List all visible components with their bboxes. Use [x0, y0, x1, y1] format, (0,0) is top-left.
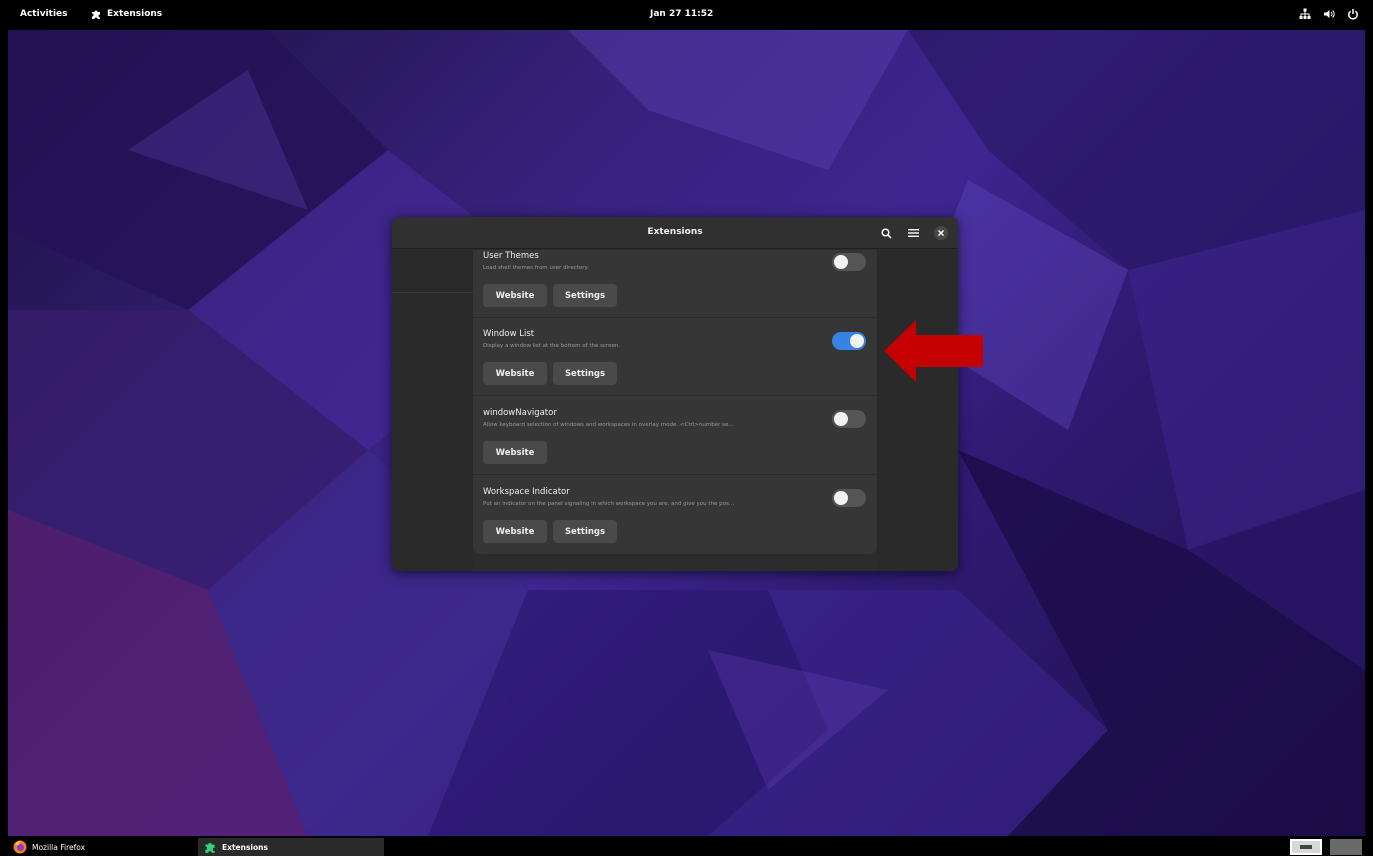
taskbar-item-label: Mozilla Firefox: [32, 842, 86, 852]
main-menu-button[interactable]: [905, 225, 921, 241]
taskbar-item-firefox[interactable]: Mozilla Firefox: [8, 838, 192, 856]
settings-button[interactable]: Settings: [553, 362, 617, 385]
app-menu[interactable]: Extensions: [90, 8, 162, 20]
system-tray[interactable]: [1299, 8, 1359, 20]
extension-description: Put an indicator on the panel signaling …: [483, 501, 735, 507]
settings-button[interactable]: Settings: [553, 284, 617, 307]
network-icon: [1299, 8, 1311, 19]
settings-button[interactable]: Settings: [553, 520, 617, 543]
red-arrow-annotation: [884, 320, 983, 382]
menu-icon: [907, 229, 919, 237]
dialog-left-margin: [392, 250, 473, 571]
taskbar-item-extensions[interactable]: Extensions: [198, 838, 384, 856]
website-button[interactable]: Website: [483, 284, 547, 307]
extension-toggle[interactable]: [832, 489, 866, 507]
top-bar: Activities Extensions Jan 27 11:52: [0, 0, 1373, 30]
extension-toggle[interactable]: [832, 410, 866, 428]
extension-row-window-list: Window List Display a window list at the…: [473, 318, 877, 396]
extension-description: Load shell themes from user directory.: [483, 265, 589, 271]
extensions-dialog: Extensions User Themes Load shell themes…: [392, 217, 958, 571]
extension-name: Workspace Indicator: [483, 487, 570, 497]
close-icon: [934, 226, 948, 240]
extension-row-window-navigator: windowNavigator Allow keyboard selection…: [473, 396, 877, 475]
app-menu-label: Extensions: [107, 9, 163, 19]
website-button[interactable]: Website: [483, 441, 547, 464]
workspace-1[interactable]: [1290, 839, 1322, 855]
website-button[interactable]: Website: [483, 520, 547, 543]
website-button[interactable]: Website: [483, 362, 547, 385]
desktop: Activities Extensions Jan 27 11:52 Exten…: [0, 0, 1373, 856]
power-icon: [1348, 9, 1358, 20]
search-icon: [880, 227, 892, 239]
activities-button[interactable]: Activities: [20, 9, 68, 19]
extensions-list: User Themes Load shell themes from user …: [473, 250, 877, 554]
extension-name: Window List: [483, 329, 535, 339]
extension-description: Display a window list at the bottom of t…: [483, 343, 621, 349]
extension-toggle[interactable]: [832, 253, 866, 271]
extension-toggle[interactable]: [832, 332, 866, 350]
extension-name: windowNavigator: [483, 408, 557, 418]
volume-icon: [1324, 10, 1335, 18]
extension-description: Allow keyboard selection of windows and …: [483, 422, 734, 428]
search-button[interactable]: [878, 225, 894, 241]
puzzle-icon: [205, 842, 215, 853]
close-button[interactable]: [933, 225, 949, 241]
firefox-icon: [13, 840, 27, 854]
workspace-2[interactable]: [1330, 839, 1362, 855]
extension-row-workspace-indicator: Workspace Indicator Put an indicator on …: [473, 475, 877, 554]
clock[interactable]: Jan 27 11:52: [650, 9, 713, 19]
puzzle-icon: [92, 10, 100, 19]
dialog-header: Extensions: [392, 217, 958, 249]
taskbar-item-label: Extensions: [222, 842, 268, 852]
extension-name: User Themes: [483, 251, 539, 261]
bottom-window-list: Mozilla Firefox Extensions: [0, 836, 1373, 856]
extension-row-user-themes: User Themes Load shell themes from user …: [473, 250, 877, 318]
dialog-title: Extensions: [647, 227, 703, 237]
dialog-right-margin: [877, 250, 958, 571]
